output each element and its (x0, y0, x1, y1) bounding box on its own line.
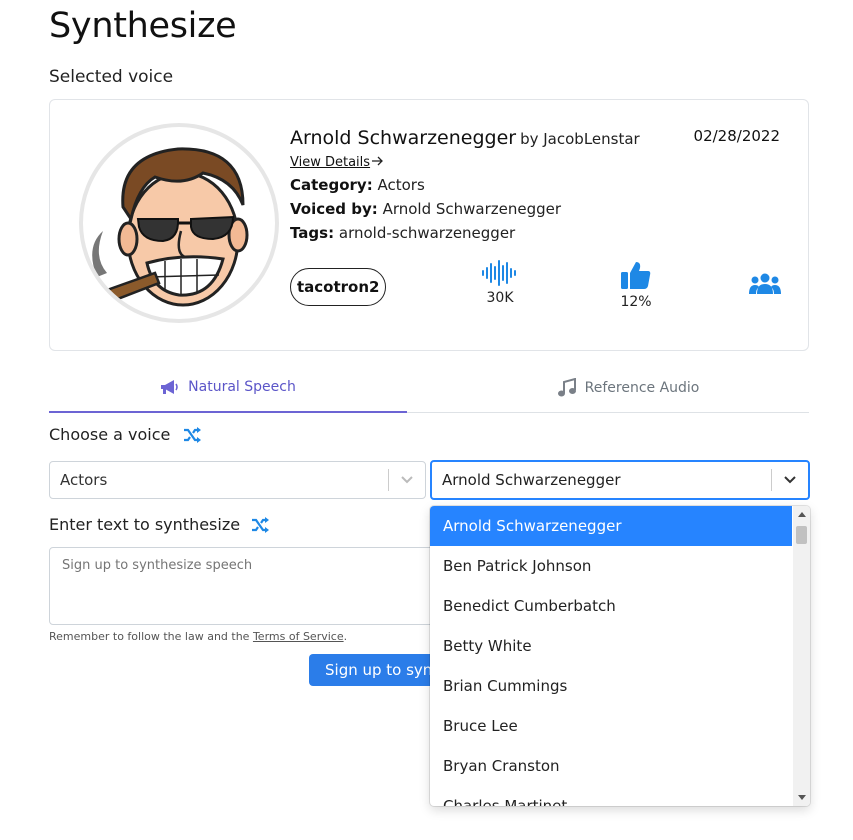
synthesis-text-input[interactable] (49, 547, 449, 625)
category-select-value: Actors (60, 471, 108, 489)
voiced-by-line: Voiced by: Arnold Schwarzenegger (290, 200, 561, 218)
selected-voice-card: Arnold Schwarzenegger by JacobLenstar 02/… (49, 99, 809, 351)
voice-option[interactable]: Arnold Schwarzenegger (430, 506, 792, 546)
voice-name-line: Arnold Schwarzenegger by JacobLenstar (290, 127, 640, 149)
users-group-icon (749, 273, 781, 294)
community-stat (740, 272, 790, 300)
voice-options-list: Arnold Schwarzenegger Ben Patrick Johnso… (430, 506, 810, 806)
voice-option[interactable]: Ben Patrick Johnson (430, 546, 792, 586)
voice-category: Actors (377, 176, 425, 194)
voice-option[interactable]: Betty White (430, 626, 792, 666)
page-title: Synthesize (49, 6, 237, 46)
voice-option[interactable]: Brian Cummings (430, 666, 792, 706)
selected-voice-label: Selected voice (49, 67, 174, 87)
shuffle-voice-icon[interactable] (183, 427, 201, 447)
music-note-icon (557, 377, 576, 396)
enter-text-label: Enter text to synthesize (49, 515, 241, 534)
voice-select[interactable]: Arnold Schwarzenegger (430, 460, 810, 500)
cartoon-man-with-cigar-avatar-icon (91, 147, 249, 309)
scroll-down-arrow-icon[interactable] (798, 795, 806, 800)
tab-reference-audio[interactable]: Reference Audio (449, 362, 807, 413)
voice-name: Arnold Schwarzenegger (290, 127, 517, 149)
voiced-by-label: Voiced by: (290, 200, 378, 218)
tab-natural-speech[interactable]: Natural Speech (49, 362, 407, 413)
voice-select-input[interactable]: Arnold Schwarzenegger (432, 471, 771, 489)
tab-reference-audio-label: Reference Audio (584, 379, 700, 396)
law-note-prefix: Remember to follow the law and the (49, 630, 253, 643)
voice-option[interactable]: Bruce Lee (430, 706, 792, 746)
arrow-right-icon (372, 155, 384, 170)
law-note-suffix: . (343, 630, 348, 643)
shuffle-text-icon[interactable] (251, 517, 269, 537)
scrollbar-thumb[interactable] (796, 526, 807, 544)
view-details-link[interactable]: View Details (290, 155, 384, 170)
megaphone-icon (161, 379, 178, 394)
tab-natural-speech-label: Natural Speech (188, 378, 296, 395)
scroll-up-arrow-icon[interactable] (798, 512, 806, 517)
voice-option[interactable]: Charles Martinet (430, 786, 792, 806)
voice-option[interactable]: Benedict Cumberbatch (430, 586, 792, 626)
tags-line: Tags: arnold-schwarzenegger (290, 224, 515, 242)
voice-avatar (79, 123, 279, 323)
tags-label: Tags: (290, 224, 335, 242)
uses-count: 30K (486, 290, 514, 306)
uses-stat: 30K (470, 260, 530, 306)
terms-of-service-link[interactable]: Terms of Service (253, 630, 344, 643)
law-note: Remember to follow the law and the Terms… (49, 630, 347, 643)
voice-dropdown-menu: Arnold Schwarzenegger Ben Patrick Johnso… (430, 506, 810, 806)
category-select[interactable]: Actors (49, 461, 426, 499)
chevron-down-icon (772, 475, 808, 485)
voice-author: by JacobLenstar (520, 130, 640, 148)
soundwave-icon (482, 260, 516, 286)
voiced-by: Arnold Schwarzenegger (382, 200, 562, 218)
view-details-label: View Details (290, 155, 371, 170)
rating-stat: 12% (606, 260, 666, 310)
category-label: Category: (290, 176, 373, 194)
voice-tags: arnold-schwarzenegger (338, 224, 516, 242)
synthesis-tabs: Natural Speech Reference Audio (49, 362, 809, 413)
dropdown-scrollbar[interactable] (793, 506, 810, 806)
voice-category-line: Category: Actors (290, 176, 425, 194)
voice-date: 02/28/2022 (693, 127, 780, 145)
voice-option[interactable]: Bryan Cranston (430, 746, 792, 786)
thumbs-up-icon (621, 262, 651, 289)
chevron-down-icon (389, 475, 425, 485)
choose-voice-label: Choose a voice (49, 425, 171, 444)
model-badge: tacotron2 (290, 268, 387, 306)
rating-value: 12% (620, 294, 652, 310)
